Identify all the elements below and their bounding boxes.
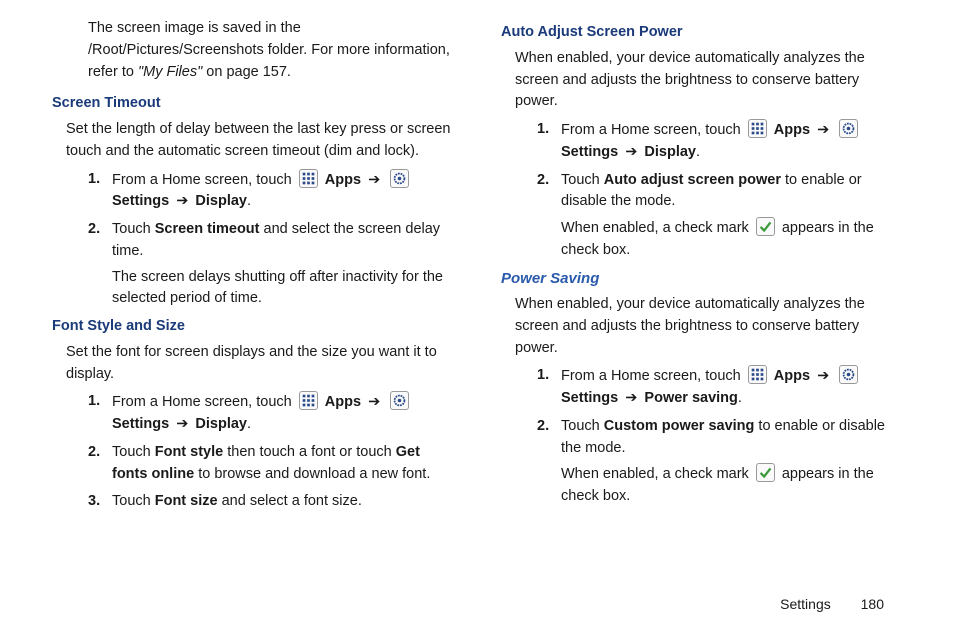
intro-paragraph: The screen image is saved in the /Root/P… bbox=[88, 18, 453, 83]
p1-dot: . bbox=[738, 390, 742, 406]
st1-display: Display bbox=[195, 193, 247, 209]
arrow-icon: ➔ bbox=[814, 122, 832, 138]
st-step-1: From a Home screen, touch Apps ➔ Setting… bbox=[88, 169, 453, 214]
apps-icon bbox=[748, 365, 767, 384]
a1-display: Display bbox=[644, 144, 696, 160]
auto-step-1: From a Home screen, touch Apps ➔ Setting… bbox=[537, 119, 902, 164]
p1-a: From a Home screen, touch bbox=[561, 368, 745, 384]
p2-b: Custom power saving bbox=[604, 418, 755, 434]
auto-desc: When enabled, your device automatically … bbox=[515, 48, 902, 113]
a1-settings: Settings bbox=[561, 144, 618, 160]
font-step-1: From a Home screen, touch Apps ➔ Setting… bbox=[88, 391, 453, 436]
a2-b: Auto adjust screen power bbox=[604, 172, 781, 188]
apps-icon bbox=[299, 169, 318, 188]
arrow-icon: ➔ bbox=[814, 368, 832, 384]
st2-b: Screen timeout bbox=[155, 221, 260, 237]
p1-ps: Power saving bbox=[644, 390, 737, 406]
a1-apps: Apps bbox=[774, 122, 810, 138]
f1-a: From a Home screen, touch bbox=[112, 394, 296, 410]
heading-screen-timeout: Screen Timeout bbox=[52, 93, 453, 115]
apps-icon bbox=[748, 119, 767, 138]
arrow-icon: ➔ bbox=[173, 193, 191, 209]
f1-apps: Apps bbox=[325, 394, 361, 410]
auto-step-2: Touch Auto adjust screen power to enable… bbox=[537, 170, 902, 262]
auto-steps: From a Home screen, touch Apps ➔ Setting… bbox=[537, 119, 902, 262]
settings-icon bbox=[839, 365, 858, 384]
a2-cont1: When enabled, a check mark bbox=[561, 220, 753, 236]
st1-settings: Settings bbox=[112, 193, 169, 209]
settings-icon bbox=[390, 391, 409, 410]
page-footer: Settings 180 bbox=[780, 596, 884, 612]
p2-cont: When enabled, a check mark appears in th… bbox=[561, 463, 902, 508]
st1-apps: Apps bbox=[325, 172, 361, 188]
f1-dot: . bbox=[247, 416, 251, 432]
settings-icon bbox=[390, 169, 409, 188]
f2-e: to browse and download a new font. bbox=[194, 466, 430, 482]
f1-display: Display bbox=[195, 416, 247, 432]
font-step-2: Touch Font style then touch a font or to… bbox=[88, 442, 453, 486]
right-column: Auto Adjust Screen Power When enabled, y… bbox=[501, 18, 902, 618]
st1-dot: . bbox=[247, 193, 251, 209]
arrow-icon: ➔ bbox=[622, 390, 640, 406]
f3-a: Touch bbox=[112, 493, 155, 509]
a1-dot: . bbox=[696, 144, 700, 160]
a2-cont: When enabled, a check mark appears in th… bbox=[561, 217, 902, 262]
arrow-icon: ➔ bbox=[365, 394, 383, 410]
power-steps: From a Home screen, touch Apps ➔ Setting… bbox=[537, 365, 902, 508]
left-column: The screen image is saved in the /Root/P… bbox=[52, 18, 453, 618]
arrow-icon: ➔ bbox=[365, 172, 383, 188]
screen-timeout-desc: Set the length of delay between the last… bbox=[66, 119, 453, 163]
heading-auto-adjust: Auto Adjust Screen Power bbox=[501, 22, 902, 44]
footer-page-number: 180 bbox=[861, 596, 884, 612]
footer-section: Settings bbox=[780, 596, 831, 612]
st-step-2: Touch Screen timeout and select the scre… bbox=[88, 219, 453, 310]
power-desc: When enabled, your device automatically … bbox=[515, 294, 902, 359]
arrow-icon: ➔ bbox=[173, 416, 191, 432]
document-page: The screen image is saved in the /Root/P… bbox=[0, 0, 954, 636]
f2-c: then touch a font or touch bbox=[223, 444, 396, 460]
p2-cont1: When enabled, a check mark bbox=[561, 466, 753, 482]
f2-b: Font style bbox=[155, 444, 223, 460]
f1-settings: Settings bbox=[112, 416, 169, 432]
font-desc: Set the font for screen displays and the… bbox=[66, 342, 453, 386]
a1-a: From a Home screen, touch bbox=[561, 122, 745, 138]
apps-icon bbox=[299, 391, 318, 410]
screen-timeout-steps: From a Home screen, touch Apps ➔ Setting… bbox=[88, 169, 453, 311]
heading-font: Font Style and Size bbox=[52, 316, 453, 338]
font-step-3: Touch Font size and select a font size. bbox=[88, 491, 453, 513]
intro-text-3: on page 157. bbox=[206, 64, 291, 80]
heading-power-saving: Power Saving bbox=[501, 268, 902, 291]
p2-a: Touch bbox=[561, 418, 604, 434]
st2-cont: The screen delays shutting off after ina… bbox=[112, 267, 453, 311]
power-step-2: Touch Custom power saving to enable or d… bbox=[537, 416, 902, 508]
p1-settings: Settings bbox=[561, 390, 618, 406]
a2-a: Touch bbox=[561, 172, 604, 188]
checkmark-icon bbox=[756, 463, 775, 482]
f2-a: Touch bbox=[112, 444, 155, 460]
arrow-icon: ➔ bbox=[622, 144, 640, 160]
power-step-1: From a Home screen, touch Apps ➔ Setting… bbox=[537, 365, 902, 410]
settings-icon bbox=[839, 119, 858, 138]
p1-apps: Apps bbox=[774, 368, 810, 384]
two-column-layout: The screen image is saved in the /Root/P… bbox=[52, 18, 902, 618]
checkmark-icon bbox=[756, 217, 775, 236]
font-steps: From a Home screen, touch Apps ➔ Setting… bbox=[88, 391, 453, 513]
st2-a: Touch bbox=[112, 221, 155, 237]
intro-ref: "My Files" bbox=[138, 64, 202, 80]
st1-a: From a Home screen, touch bbox=[112, 172, 296, 188]
f3-b: Font size bbox=[155, 493, 218, 509]
f3-c: and select a font size. bbox=[218, 493, 362, 509]
